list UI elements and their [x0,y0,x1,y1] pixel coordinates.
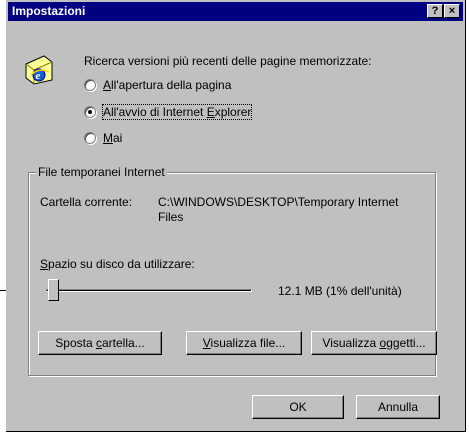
radio-button-selected[interactable] [84,106,96,118]
radio-on-ie-start[interactable]: All'avvio di Internet Explorer [84,104,253,120]
radio-label: Mai [103,131,123,145]
disk-space-slider-track[interactable] [46,289,252,292]
current-folder-value: C:\WINDOWS\DESKTOP\Temporary Internet Fi… [158,195,399,224]
cancel-button[interactable]: Annulla [356,395,440,419]
title-bar[interactable]: Impostazioni ? × [8,2,463,21]
check-updates-intro: Ricerca versioni più recenti delle pagin… [84,54,372,68]
current-folder-label: Cartella corrente: [40,195,133,209]
radio-label: All'avvio di Internet Explorer [101,104,253,120]
radio-button[interactable] [84,132,96,144]
group-title: File temporanei Internet [36,165,167,179]
radio-never[interactable]: Mai [84,131,122,145]
ok-button[interactable]: OK [252,395,344,419]
close-icon: × [448,5,456,17]
radio-on-page-open[interactable]: All'apertura della pagina [84,78,231,92]
view-files-button[interactable]: Visualizza file... [186,331,302,355]
dialog-title: Impostazioni [12,4,86,18]
disk-space-value: 12.1 MB (1% dell'unità) [278,284,402,298]
view-objects-button[interactable]: Visualizza oggetti... [311,331,437,355]
help-button[interactable]: ? [427,4,443,18]
disk-space-slider-thumb[interactable] [47,279,59,301]
close-button[interactable]: × [444,4,460,18]
radio-button[interactable] [84,79,96,91]
help-icon: ? [431,5,439,17]
radio-label: All'apertura della pagina [103,78,232,92]
move-folder-button[interactable]: Sposta cartella... [38,331,162,355]
disk-space-label: Spazio su disco da utilizzare: [40,257,195,271]
ie-page-icon: e [25,55,53,85]
